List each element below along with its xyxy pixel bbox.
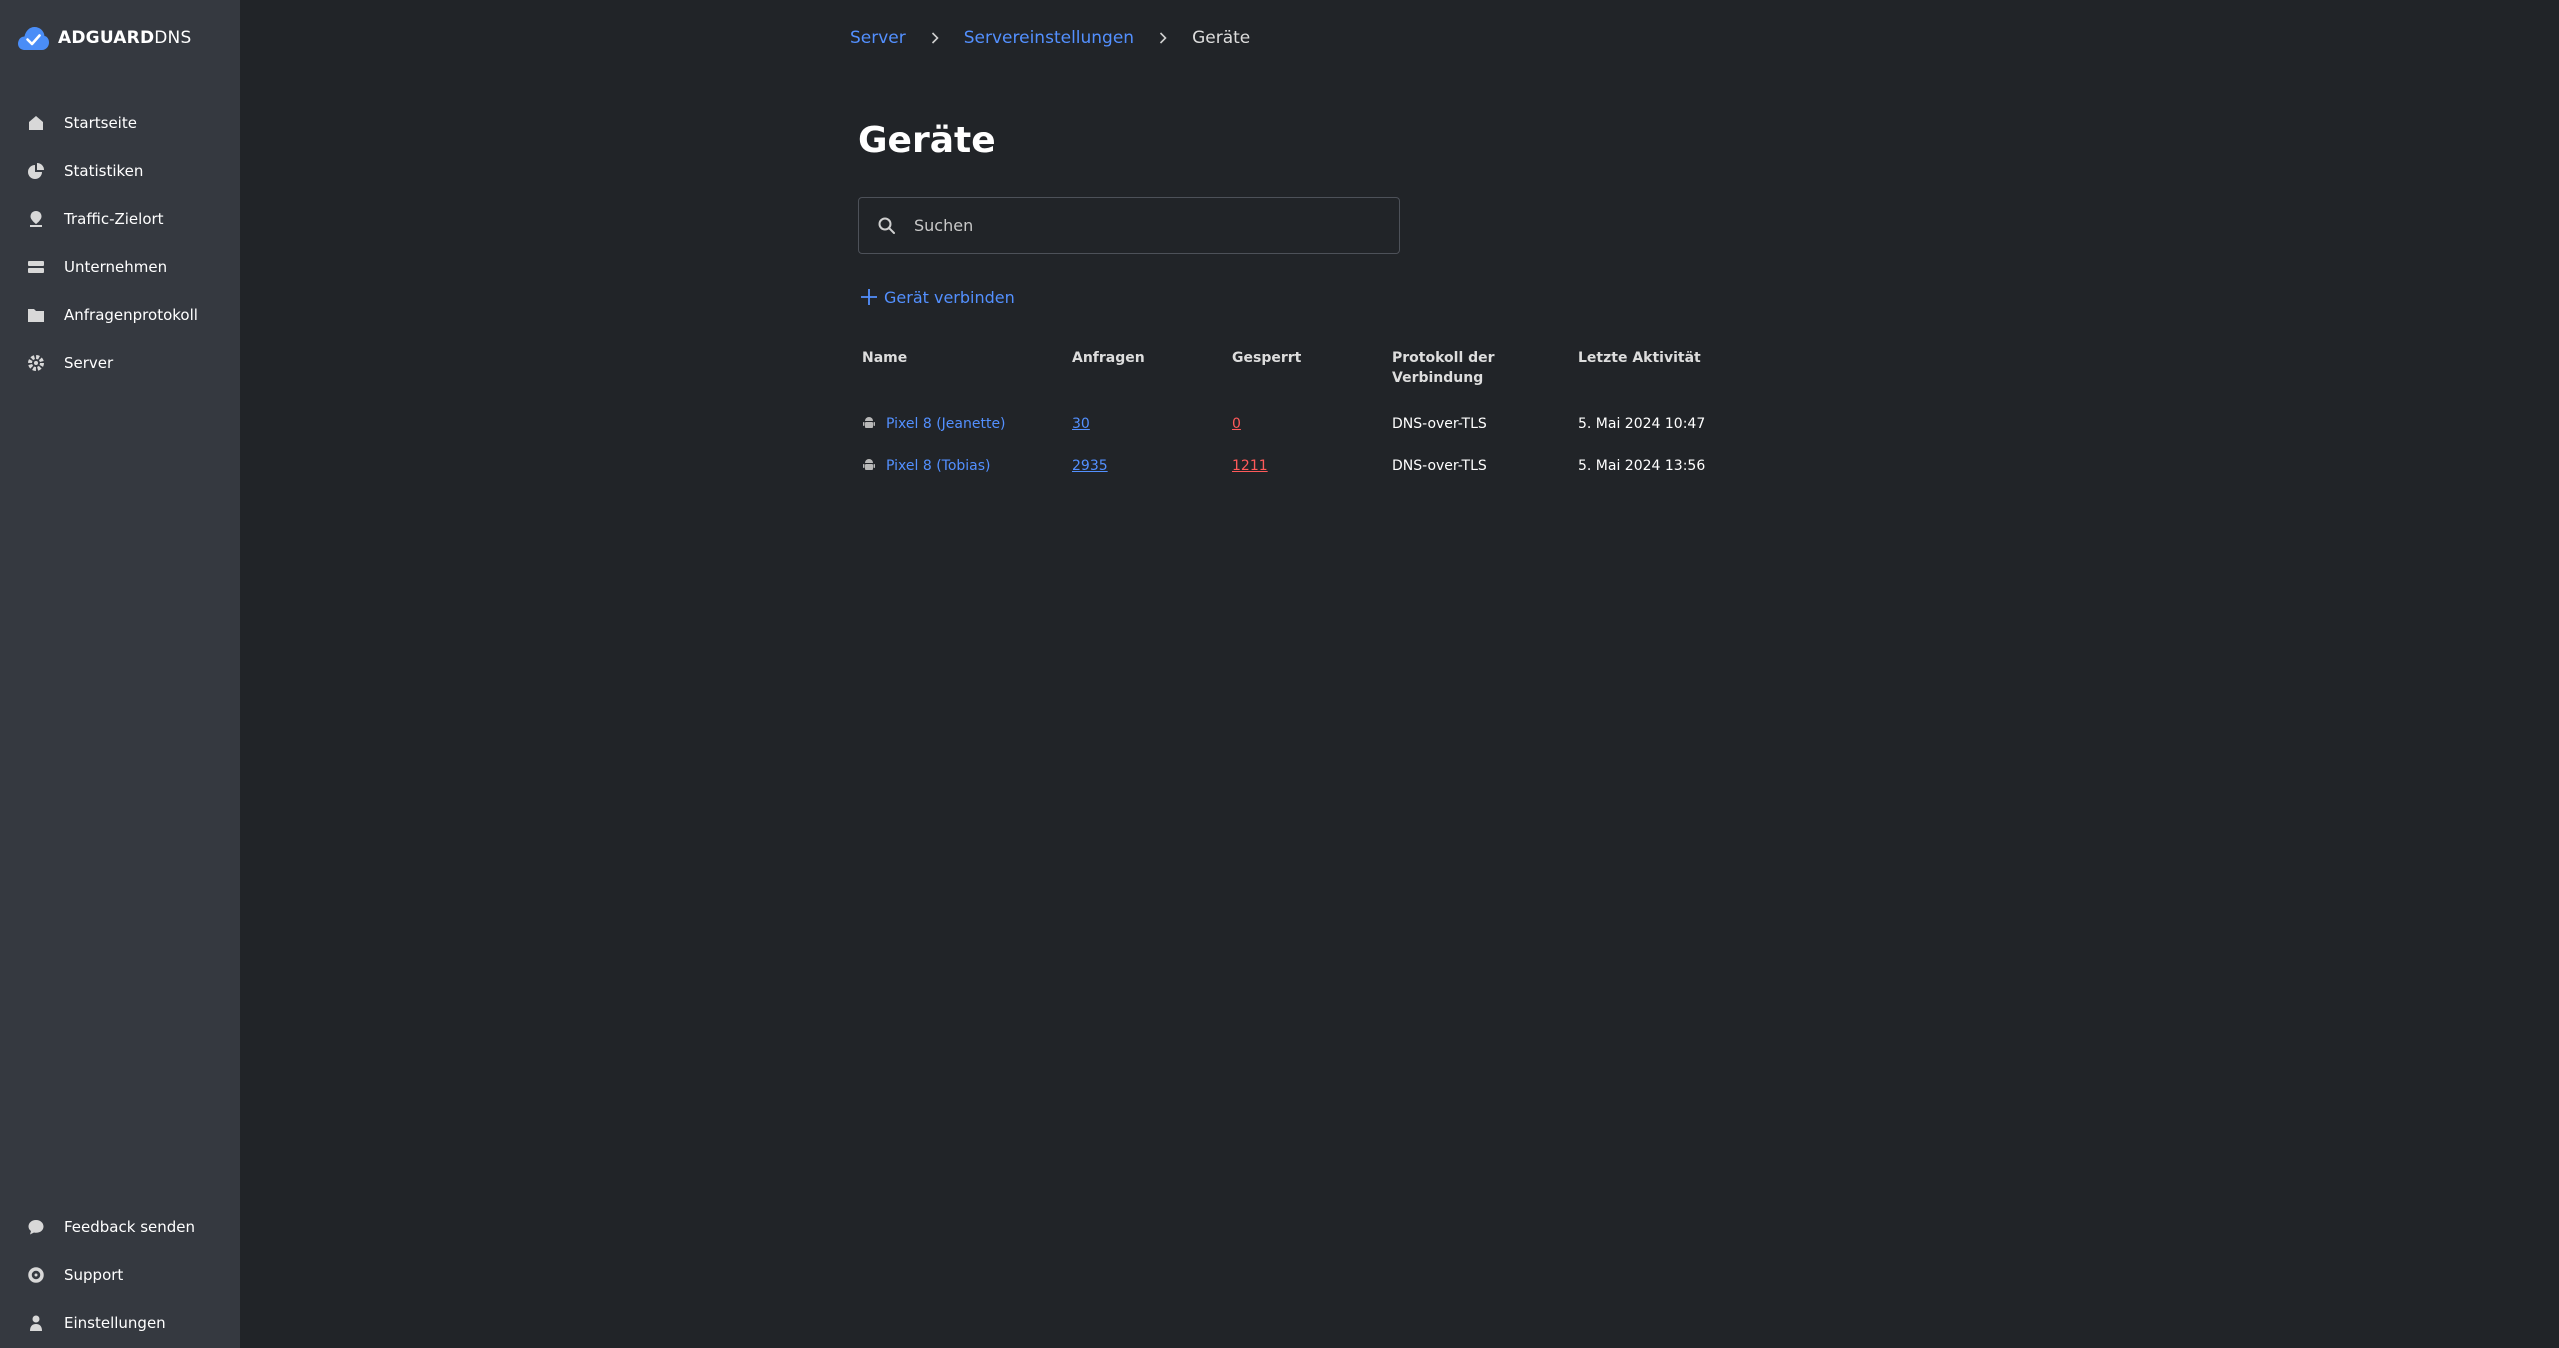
table-row: Pixel 8 (Tobias) 2935 1211 DNS-over-TLS …	[850, 454, 1750, 478]
column-header-protocol[interactable]: Protokoll der Verbindung	[1392, 348, 1495, 388]
device-name-link[interactable]: Pixel 8 (Tobias)	[886, 458, 991, 474]
connect-device-button[interactable]: Gerät verbinden	[860, 285, 1015, 309]
search-input[interactable]	[914, 216, 1399, 235]
column-header-name[interactable]: Name	[862, 348, 907, 368]
breadcrumb-server[interactable]: Server	[850, 28, 906, 48]
sidebar-item-support[interactable]: Support	[0, 1251, 240, 1299]
sidebar: ADGUARDDNS Startseite Statistiken Traffi…	[0, 0, 240, 1348]
android-icon	[863, 459, 875, 470]
sidebar-item-feedback[interactable]: Feedback senden	[0, 1203, 240, 1251]
last-activity-cell: 5. Mai 2024 10:47	[1578, 416, 1706, 432]
column-header-requests[interactable]: Anfragen	[1072, 348, 1145, 368]
sidebar-item-label: Anfragenprotokoll	[64, 306, 198, 324]
breadcrumb-servereinstellungen[interactable]: Servereinstellungen	[964, 28, 1134, 48]
column-header-blocked[interactable]: Gesperrt	[1232, 348, 1301, 368]
sidebar-item-label: Traffic-Zielort	[64, 210, 164, 228]
android-icon	[863, 417, 875, 428]
device-name-cell[interactable]: Pixel 8 (Tobias)	[862, 454, 991, 478]
sidebar-item-label: Support	[64, 1266, 124, 1284]
sidebar-item-label: Statistiken	[64, 162, 144, 180]
gear-icon	[28, 355, 44, 371]
support-icon	[28, 1267, 44, 1283]
column-header-protocol-line2: Verbindung	[1392, 370, 1484, 386]
pie-chart-icon	[28, 163, 44, 179]
sidebar-bottom-nav: Feedback senden Support Einstellungen	[0, 1203, 240, 1347]
protocol-cell: DNS-over-TLS	[1392, 458, 1487, 474]
sidebar-item-startseite[interactable]: Startseite	[0, 99, 240, 147]
device-name-cell[interactable]: Pixel 8 (Jeanette)	[862, 412, 1006, 436]
folder-icon	[28, 309, 44, 322]
column-header-protocol-line1: Protokoll der	[1392, 350, 1495, 366]
sidebar-item-server[interactable]: Server	[0, 339, 240, 387]
sidebar-item-statistiken[interactable]: Statistiken	[0, 147, 240, 195]
chat-bubble-icon	[28, 1220, 44, 1235]
location-pin-icon	[30, 211, 42, 227]
protocol-cell: DNS-over-TLS	[1392, 416, 1487, 432]
sidebar-nav: Startseite Statistiken Traffic-Zielort U…	[0, 99, 240, 387]
sidebar-item-label: Feedback senden	[64, 1218, 196, 1236]
sidebar-item-unternehmen[interactable]: Unternehmen	[0, 243, 240, 291]
sidebar-item-einstellungen[interactable]: Einstellungen	[0, 1299, 240, 1347]
main-content: Server Servereinstellungen Geräte Geräte…	[240, 0, 2559, 1348]
sidebar-item-label: Unternehmen	[64, 258, 168, 276]
blocked-count-link[interactable]: 1211	[1232, 454, 1268, 478]
blocked-count-link[interactable]: 0	[1232, 412, 1241, 436]
table-row: Pixel 8 (Jeanette) 30 0 DNS-over-TLS 5. …	[850, 412, 1750, 436]
chevron-right-icon	[931, 32, 939, 44]
sidebar-item-anfragenprotokoll[interactable]: Anfragenprotokoll	[0, 291, 240, 339]
sidebar-item-label: Server	[64, 354, 114, 372]
column-header-last-activity[interactable]: Letzte Aktivität	[1578, 348, 1701, 368]
device-name-link[interactable]: Pixel 8 (Jeanette)	[886, 416, 1006, 432]
company-icon	[28, 261, 44, 273]
breadcrumb: Server Servereinstellungen Geräte	[850, 27, 1250, 49]
sidebar-item-traffic-zielort[interactable]: Traffic-Zielort	[0, 195, 240, 243]
search-icon	[878, 217, 895, 234]
home-icon	[29, 116, 43, 130]
search-box[interactable]	[858, 197, 1400, 254]
plus-icon	[861, 289, 877, 305]
sidebar-item-label: Startseite	[64, 114, 137, 132]
app-logo[interactable]: ADGUARDDNS	[16, 22, 191, 54]
user-icon	[30, 1315, 42, 1331]
requests-count-link[interactable]: 2935	[1072, 454, 1108, 478]
requests-count-link[interactable]: 30	[1072, 412, 1090, 436]
logo-text: ADGUARDDNS	[58, 28, 192, 48]
adguard-logo-icon	[18, 27, 49, 50]
sidebar-item-label: Einstellungen	[64, 1314, 166, 1332]
connect-device-label: Gerät verbinden	[884, 287, 1015, 307]
breadcrumb-current: Geräte	[1192, 28, 1251, 48]
last-activity-cell: 5. Mai 2024 13:56	[1578, 458, 1706, 474]
chevron-right-icon	[1160, 32, 1167, 44]
page-title: Geräte	[858, 120, 996, 161]
